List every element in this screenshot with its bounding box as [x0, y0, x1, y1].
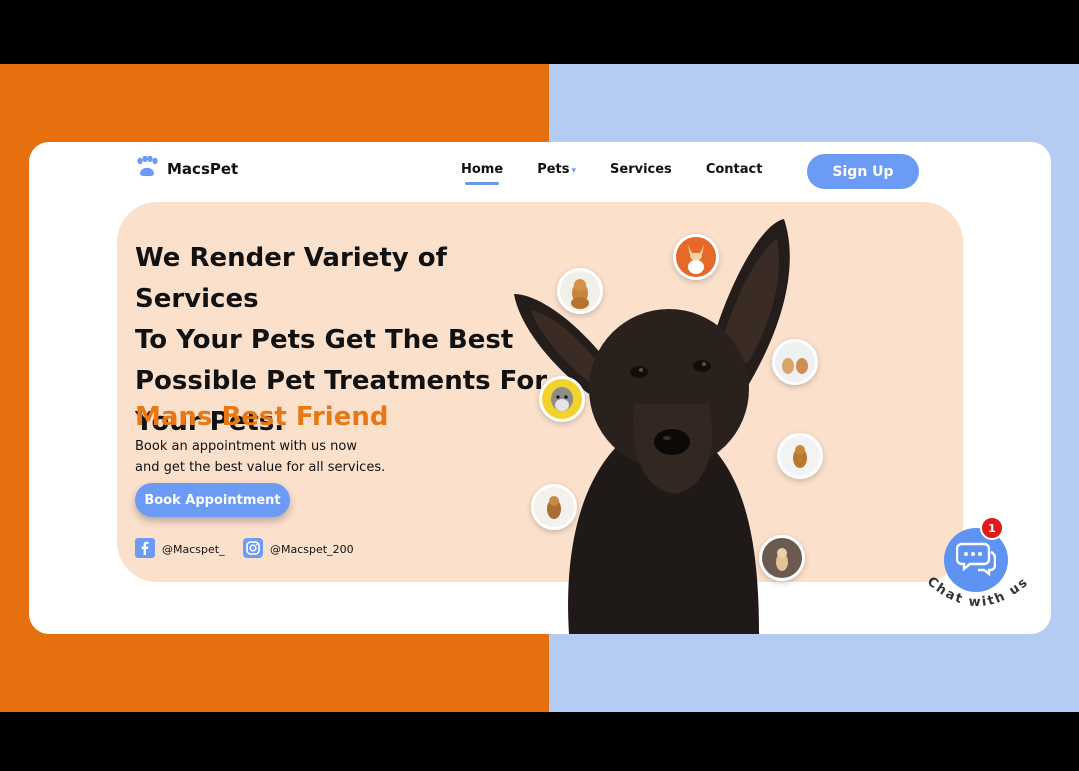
- dogs-icon: [782, 358, 808, 374]
- description-line: and get the best value for all services.: [135, 460, 386, 475]
- beagle-icon: [547, 496, 561, 519]
- terrier-icon: [793, 445, 807, 468]
- instagram-link[interactable]: @Macspet_200: [243, 538, 354, 561]
- paw-icon: [135, 155, 159, 182]
- chat-with-us-label: Chat with us: [924, 574, 1032, 610]
- hero-tagline: Mans Best Friend: [135, 402, 389, 432]
- chevron-down-icon: ▾: [571, 166, 577, 176]
- brand-name: MacsPet: [167, 160, 239, 178]
- main-nav: Home Pets ▾ Services Contact: [461, 162, 763, 185]
- chat-label-text: Chat with us: [924, 574, 1030, 610]
- hero-description: Book an appointment with us now and get …: [135, 436, 385, 478]
- nav-services[interactable]: Services: [610, 162, 672, 177]
- book-appointment-button[interactable]: Book Appointment: [135, 483, 290, 517]
- corgi-icon: [688, 245, 704, 274]
- facebook-icon: [135, 538, 155, 561]
- facebook-handle: @Macspet_: [162, 543, 225, 556]
- nav-home[interactable]: Home: [461, 162, 503, 185]
- chat-notification-badge: 1: [980, 516, 1004, 540]
- puppy-icon: [571, 279, 589, 309]
- pet-avatar-terrier[interactable]: [777, 433, 823, 479]
- nav-pets-label: Pets: [537, 162, 570, 177]
- pet-avatar-puppy-outdoor[interactable]: [759, 535, 805, 581]
- landing-page-card: MacsPet Home Pets ▾ Services Contact Sign…: [29, 142, 1051, 634]
- facebook-link[interactable]: @Macspet_: [135, 538, 225, 561]
- svg-text:Chat with us: Chat with us: [924, 574, 1032, 610]
- pet-avatar-puppy[interactable]: [557, 268, 603, 314]
- instagram-handle: @Macspet_200: [270, 543, 354, 556]
- pet-avatar-schnauzer[interactable]: [539, 376, 585, 422]
- pet-avatar-beagle[interactable]: [531, 484, 577, 530]
- outdoor-puppy-icon: [776, 548, 788, 571]
- sign-up-button[interactable]: Sign Up: [807, 154, 919, 189]
- brand-logo[interactable]: MacsPet: [135, 155, 239, 182]
- instagram-icon: [243, 538, 263, 561]
- pet-avatar-corgi[interactable]: [673, 234, 719, 280]
- description-line: Book an appointment with us now: [135, 439, 358, 454]
- pet-avatar-corgi-pair[interactable]: [772, 339, 818, 385]
- schnauzer-icon: [551, 387, 573, 411]
- nav-contact[interactable]: Contact: [706, 162, 763, 177]
- nav-pets[interactable]: Pets ▾: [537, 162, 576, 177]
